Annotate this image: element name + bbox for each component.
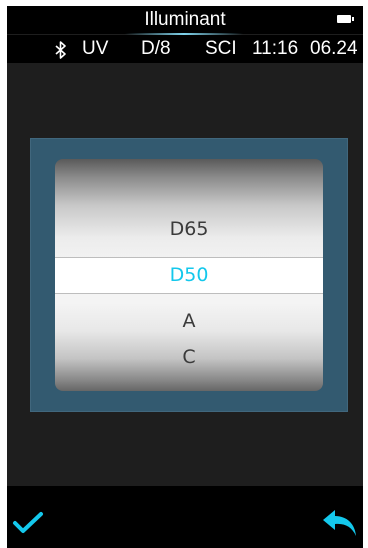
picker-wheel[interactable]: D65 D50 A C	[55, 159, 323, 391]
back-button[interactable]	[321, 508, 359, 538]
illuminant-picker: D65 D50 A C	[30, 138, 348, 412]
confirm-button[interactable]	[11, 510, 45, 536]
picker-option-a[interactable]: A	[55, 303, 323, 339]
geometry-indicator: D/8	[141, 38, 171, 59]
device-screen: Illuminant UV D/8 SCI 11:16 06.24 D65 D5…	[7, 6, 363, 548]
bottom-bar	[7, 486, 363, 548]
bluetooth-icon	[54, 41, 68, 59]
page-title: Illuminant	[144, 9, 226, 30]
clock-date: 06.24	[310, 38, 358, 59]
mode-indicator: SCI	[205, 38, 237, 59]
checkmark-icon	[13, 512, 43, 533]
clock-time: 11:16	[252, 38, 299, 59]
picker-option-c[interactable]: C	[55, 339, 323, 375]
picker-option-d50-selected[interactable]: D50	[55, 257, 323, 294]
back-arrow-icon	[323, 510, 356, 536]
status-bar: UV D/8 SCI 11:16 06.24	[7, 35, 363, 63]
uv-indicator: UV	[82, 38, 109, 59]
title-bar: Illuminant	[7, 6, 363, 35]
picker-option-d65[interactable]: D65	[55, 211, 323, 247]
battery-icon	[337, 15, 354, 23]
